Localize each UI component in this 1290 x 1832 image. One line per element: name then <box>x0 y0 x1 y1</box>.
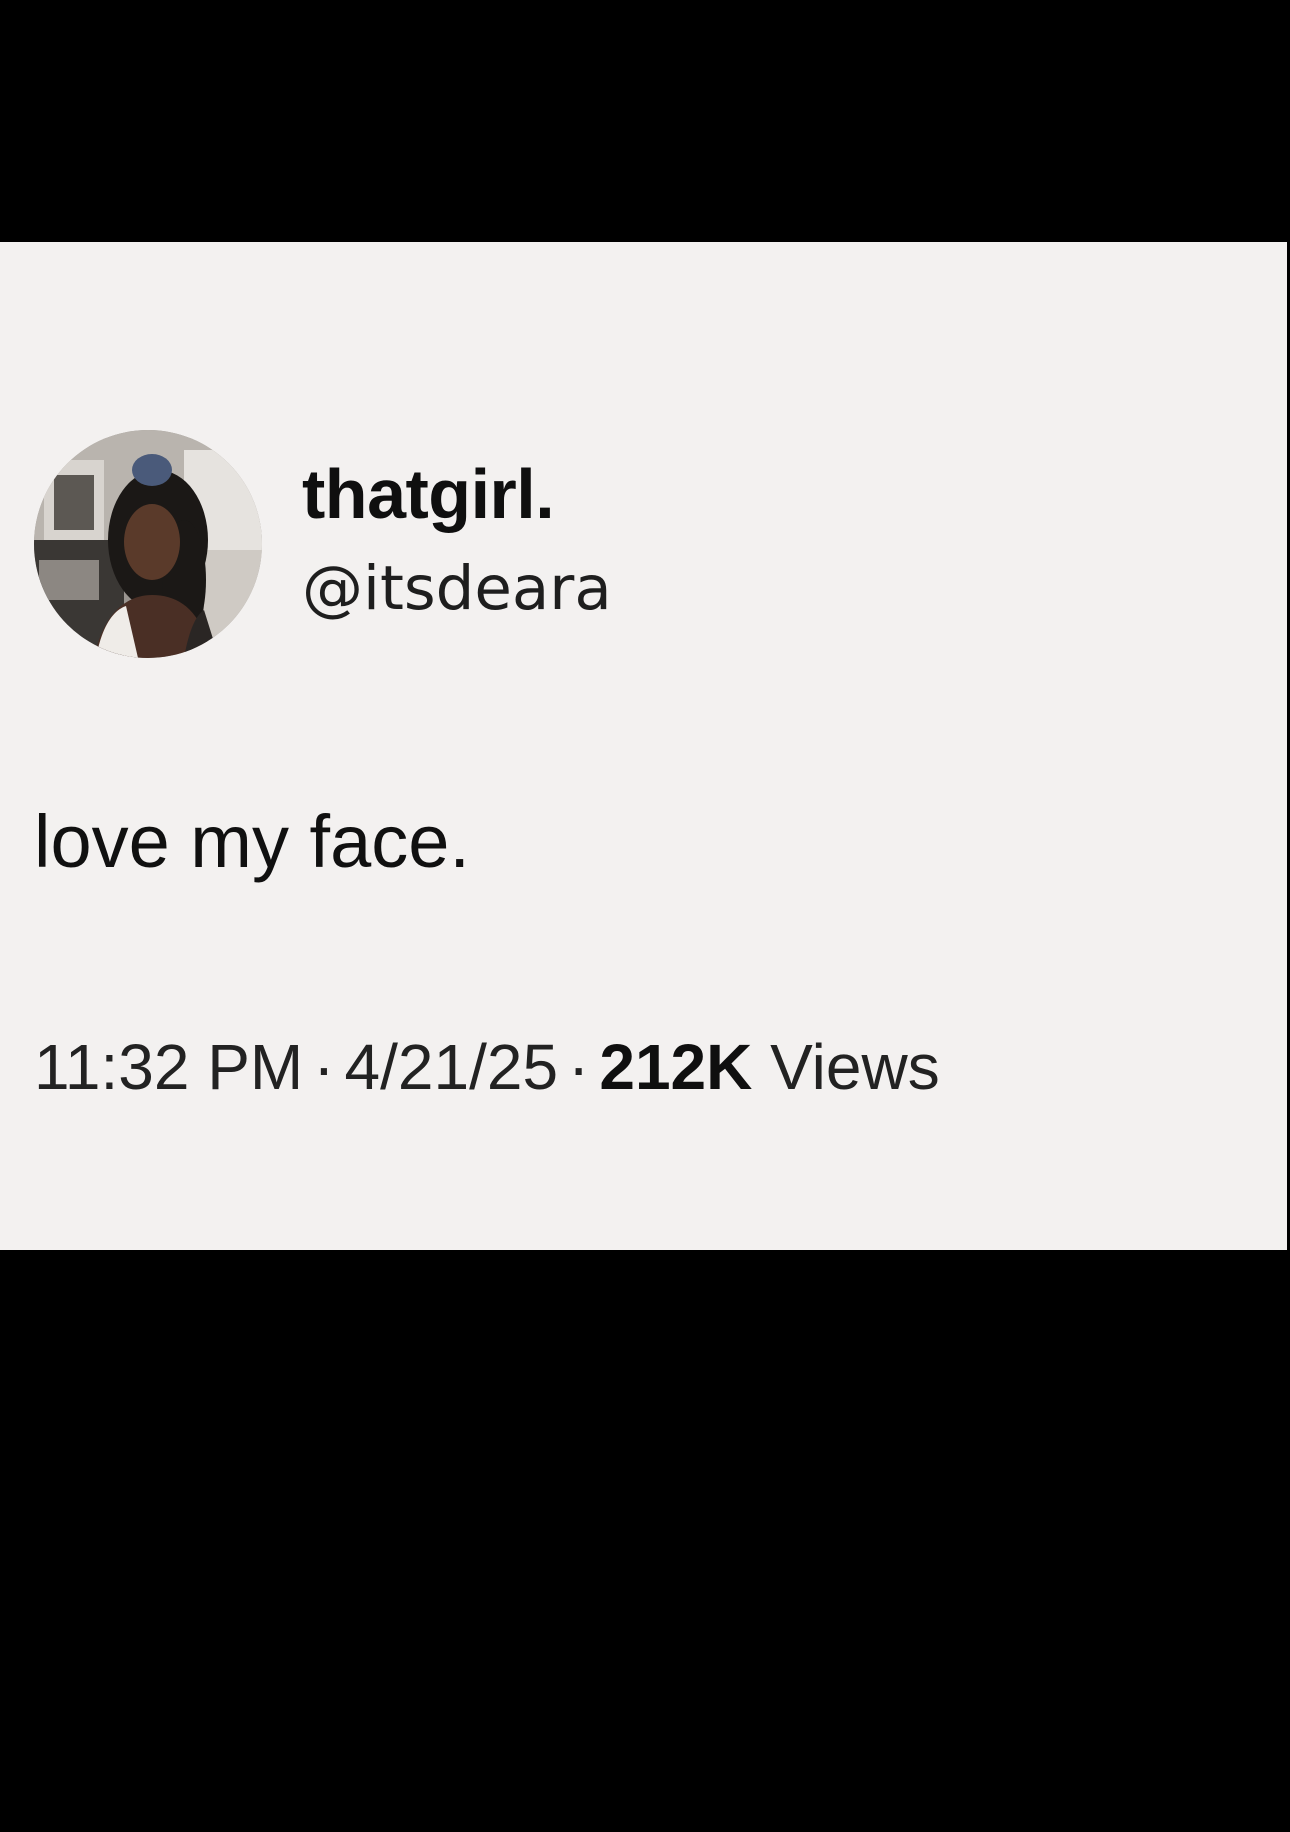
display-name[interactable]: thatgirl. <box>302 454 555 534</box>
meta-separator: · <box>568 1031 590 1103</box>
tweet-text: love my face. <box>34 800 470 883</box>
tweet-meta: 11:32 PM · 4/21/25 · 212K Views <box>34 1027 940 1107</box>
views-count[interactable]: 212K <box>599 1031 752 1103</box>
tweet-time[interactable]: 11:32 PM <box>34 1031 303 1103</box>
meta-separator: · <box>313 1031 335 1103</box>
tweet-card: thatgirl. @itsdeara love my face. 11:32 … <box>0 242 1287 1250</box>
views-label: Views <box>770 1031 940 1103</box>
profile-photo-icon <box>34 430 262 658</box>
avatar[interactable] <box>34 430 262 658</box>
user-handle[interactable]: @itsdeara <box>302 552 612 626</box>
tweet-date[interactable]: 4/21/25 <box>345 1031 559 1103</box>
